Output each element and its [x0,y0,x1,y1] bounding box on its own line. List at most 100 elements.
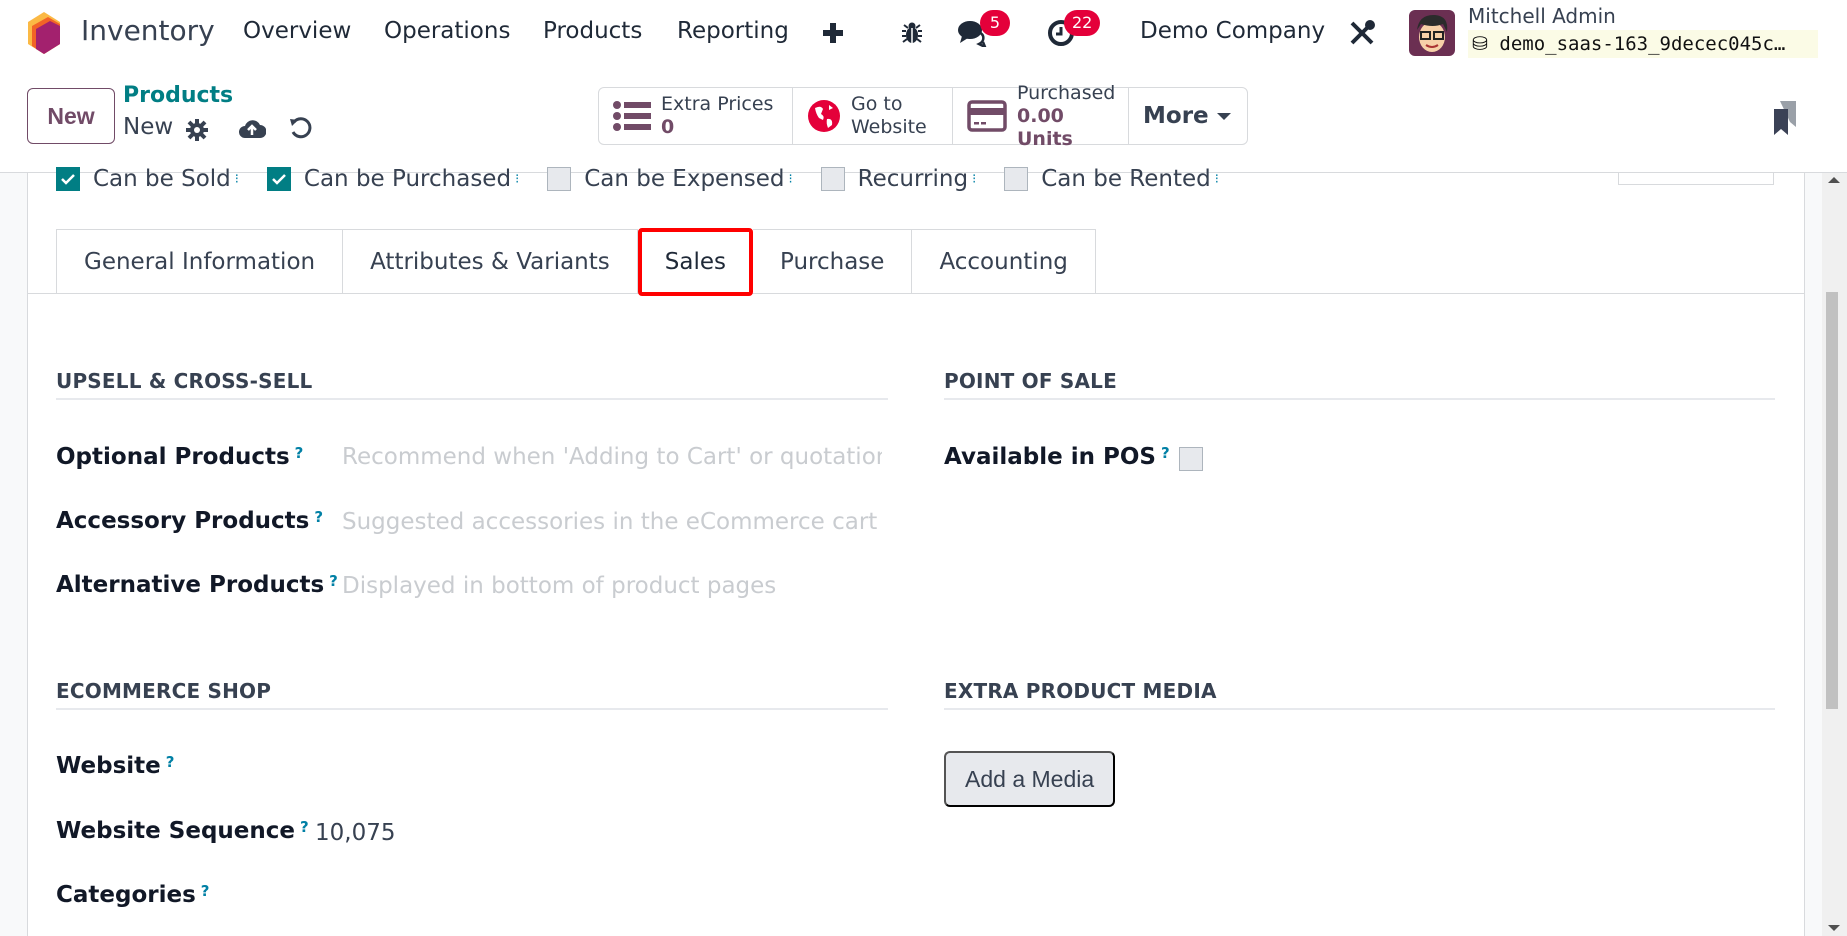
checkbox-label: Can be Purchased [303,166,512,192]
checkbox-can-be-sold[interactable]: Can be Sold ⁝ [56,166,239,192]
help-icon[interactable]: ? [314,508,323,526]
optional-products-input[interactable] [342,444,882,470]
discard-undo-icon[interactable] [286,114,314,142]
credit-card-icon [967,100,1007,132]
save-cloud-icon[interactable] [238,114,266,142]
checkbox-label: Recurring [857,166,969,192]
company-switcher[interactable]: Demo Company [1140,18,1325,44]
media-section-title: EXTRA PRODUCT MEDIA [944,679,1217,703]
app-name[interactable]: Inventory [81,14,215,47]
checkbox-unchecked[interactable] [1004,167,1029,191]
new-button[interactable]: New [27,88,115,144]
tooltip-marker[interactable]: ⁝ [515,172,519,187]
notebook-tabs: General Information Attributes & Variant… [56,228,1096,296]
tab-attributes-variants[interactable]: Attributes & Variants [343,229,638,294]
menu-products[interactable]: Products [543,18,642,44]
checkbox-label: Can be Rented [1041,166,1211,192]
extra-prices-button[interactable]: Extra Prices 0 [599,88,793,144]
caret-down-icon [1216,112,1231,120]
checkbox-can-be-purchased[interactable]: Can be Purchased ⁝ [266,166,519,192]
label-text: Website Sequence [56,818,295,844]
help-icon[interactable]: ? [201,882,210,900]
label-text: Categories [56,882,196,908]
breadcrumb-products[interactable]: Products [123,83,233,108]
database-name: ⛁ demo_saas-163_9decec045c… [1468,30,1818,58]
section-divider [56,708,888,710]
tooltip-marker[interactable]: ⁝ [789,172,793,187]
website-input[interactable] [315,753,875,779]
tab-general-information[interactable]: General Information [56,229,344,294]
activities-badge: 22 [1064,10,1101,36]
tab-sales[interactable]: Sales [637,228,753,296]
product-type-checkboxes: Can be Sold ⁝ Can be Purchased ⁝ Can be Ex… [56,166,1247,192]
checkbox-label: Can be Expensed [584,166,785,192]
bookmark-chatter-icon[interactable] [1770,100,1800,136]
purchased-label: Purchased [1017,81,1116,104]
add-media-button[interactable]: Add a Media [944,751,1116,807]
menu-reporting[interactable]: Reporting [677,18,789,44]
label-text: Website [56,753,161,779]
checkbox-checked[interactable] [266,167,291,191]
sheet-left-gutter [0,173,28,936]
available-in-pos-label: Available in POS? [944,444,1170,470]
website-sequence-value[interactable]: 10,075 [315,820,395,846]
extra-prices-label: Extra Prices [661,93,774,115]
smart-buttons: Extra Prices 0 Go to Website Purchased 0… [598,82,1248,150]
tools-icon[interactable] [1345,16,1379,50]
menu-operations[interactable]: Operations [384,18,510,44]
ecommerce-section-title: ECOMMERCE SHOP [56,679,272,703]
optional-products-label: Optional Products? [56,444,303,470]
help-icon[interactable]: ? [295,444,304,462]
list-icon [613,101,651,131]
go-to-website-button[interactable]: Go to Website [793,88,953,144]
scroll-up-arrow-icon[interactable] [1828,177,1840,183]
inventory-app-logo-icon[interactable] [26,12,62,54]
checkbox-checked[interactable] [56,167,80,191]
globe-icon [807,99,841,133]
checkbox-can-be-rented[interactable]: Can be Rented ⁝ [1004,166,1219,192]
database-label: demo_saas-163_9decec045c… [1499,33,1786,55]
tooltip-marker[interactable]: ⁝ [1215,172,1219,187]
gear-icon[interactable] [183,116,211,144]
partial-field[interactable] [1618,173,1774,185]
available-in-pos-checkbox[interactable] [1179,447,1203,471]
alternative-products-input[interactable] [342,573,882,599]
go-to-label: Go to [851,93,903,115]
categories-label: Categories? [56,882,209,908]
checkbox-unchecked[interactable] [820,167,845,191]
checkbox-label: Can be Sold [93,166,231,192]
help-icon[interactable]: ? [329,572,338,590]
accessory-products-input[interactable] [342,509,882,535]
more-button[interactable]: More [1129,88,1247,144]
purchased-value: 0.00 Units [1017,104,1073,150]
bug-icon[interactable] [895,16,929,50]
tab-purchase[interactable]: Purchase [752,229,913,294]
checkbox-can-be-expensed[interactable]: Can be Expensed ⁝ [547,166,793,192]
plus-icon[interactable] [816,16,850,50]
scrollbar-thumb[interactable] [1826,292,1838,709]
label-text: Accessory Products [56,508,310,534]
label-text: Available in POS [944,444,1156,470]
help-icon[interactable]: ? [1161,444,1170,462]
scroll-down-arrow-icon[interactable] [1828,925,1840,931]
checkbox-recurring[interactable]: Recurring ⁝ [820,166,976,192]
upsell-section-title: UPSELL & CROSS-SELL [56,369,313,393]
user-name[interactable]: Mitchell Admin [1468,4,1616,28]
tooltip-marker[interactable]: ⁝ [235,172,239,187]
checkbox-unchecked[interactable] [547,167,572,191]
user-avatar[interactable] [1409,10,1455,56]
help-icon[interactable]: ? [300,818,309,836]
messages-badge: 5 [980,10,1010,36]
top-navbar: Inventory Overview Operations Products R… [0,0,1847,66]
pos-section-title: POINT OF SALE [944,369,1117,393]
sheet-right-gutter [1804,173,1822,936]
purchased-button[interactable]: Purchased 0.00 Units [953,82,1129,150]
tooltip-marker[interactable]: ⁝ [972,172,976,187]
website-label: Website [851,116,927,138]
help-icon[interactable]: ? [166,753,175,771]
accessory-products-label: Accessory Products? [56,508,323,534]
more-label: More [1143,103,1209,129]
website-sequence-label: Website Sequence? [56,818,309,844]
menu-overview[interactable]: Overview [243,18,351,44]
tab-accounting[interactable]: Accounting [912,229,1096,294]
